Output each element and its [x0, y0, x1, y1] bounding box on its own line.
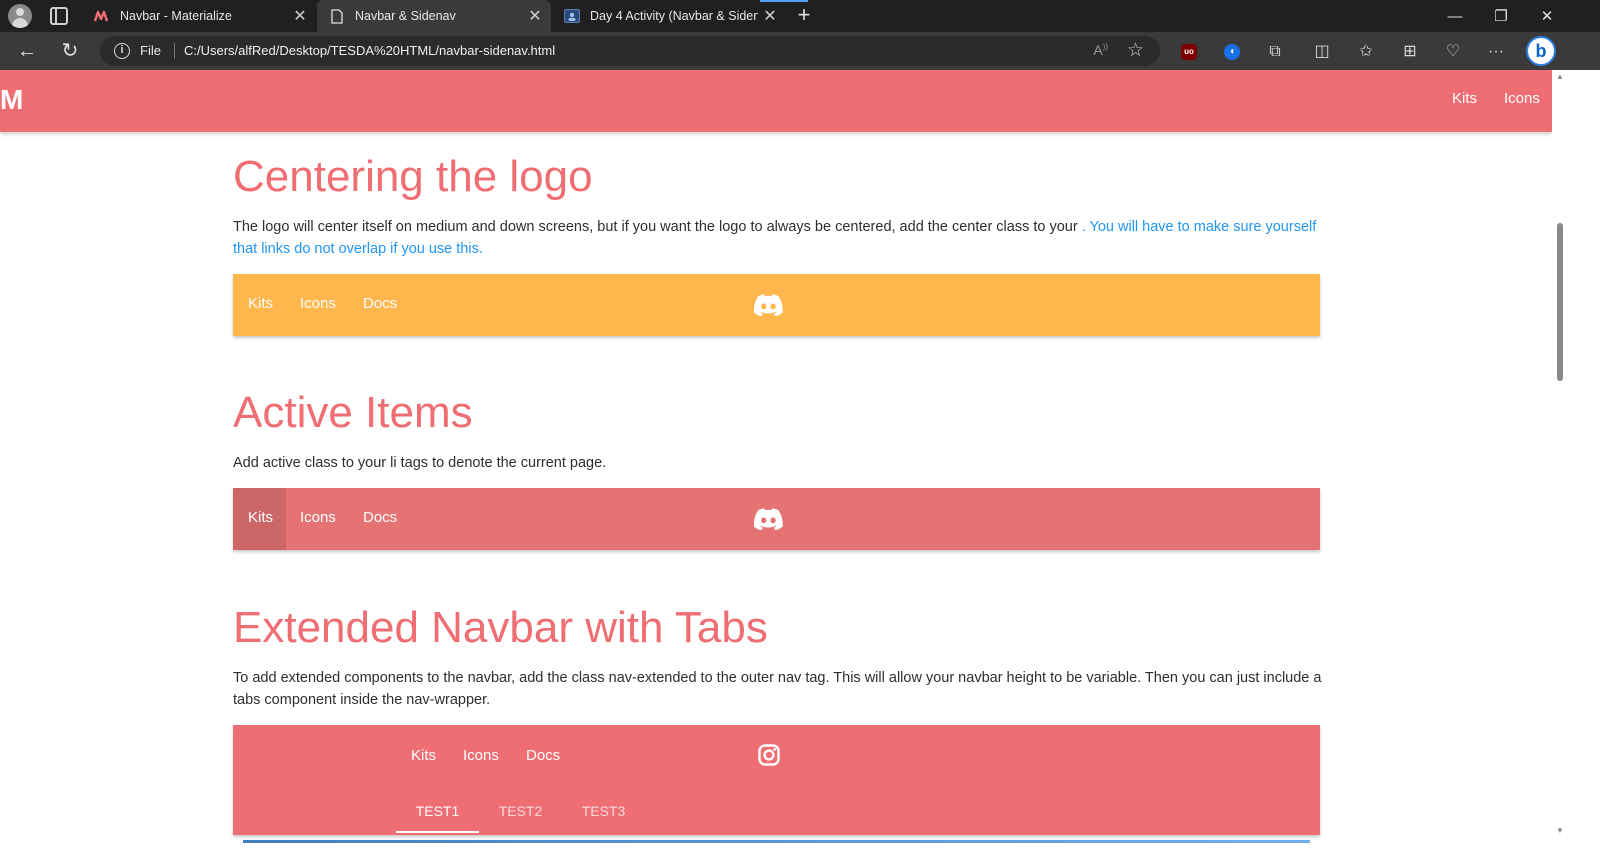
- page-icon: [329, 8, 345, 24]
- instagram-icon[interactable]: [758, 744, 780, 771]
- classroom-icon: [564, 8, 580, 24]
- demo-link-docs[interactable]: Docs: [363, 295, 397, 312]
- demo-link-docs[interactable]: Docs: [526, 747, 560, 764]
- tab-title: Day 4 Activity (Navbar & Sidenav: [590, 9, 758, 23]
- tab-title: Navbar & Sidenav: [355, 9, 456, 23]
- section-title-extended-navbar: Extended Navbar with Tabs: [233, 603, 768, 652]
- browser-tab-strip: Navbar - Materialize ✕ Navbar & Sidenav …: [0, 0, 1600, 32]
- browser-tab-navbar-sidenav[interactable]: Navbar & Sidenav ✕: [317, 0, 551, 32]
- scroll-down-arrow-icon[interactable]: ▼: [1556, 826, 1564, 835]
- restore-icon[interactable]: ❐: [1478, 0, 1524, 32]
- address-bar[interactable]: i File C:/Users/alfRed/Desktop/TESDA%20H…: [100, 36, 1160, 66]
- demo-navbar-active: Kits Icons Docs: [233, 488, 1320, 550]
- brand-logo[interactable]: M: [0, 84, 23, 116]
- section-title-centering-logo: Centering the logo: [233, 152, 593, 201]
- minimize-icon[interactable]: —: [1432, 0, 1478, 32]
- demo-link-icons[interactable]: Icons: [463, 747, 499, 764]
- bing-copilot-icon[interactable]: b: [1526, 36, 1556, 66]
- browser-tab-day4-activity[interactable]: Day 4 Activity (Navbar & Sidenav ✕: [552, 0, 786, 32]
- scroll-up-arrow-icon[interactable]: ▲: [1556, 72, 1564, 81]
- tab-indicator: [396, 831, 479, 833]
- discord-icon[interactable]: [753, 294, 783, 321]
- tab-test2[interactable]: TEST2: [479, 787, 562, 835]
- demo-link-icons[interactable]: Icons: [300, 509, 336, 526]
- extensions-puzzle-icon[interactable]: ⧉: [1265, 42, 1285, 62]
- close-icon[interactable]: ✕: [758, 6, 782, 26]
- new-tab-plus-icon[interactable]: +: [792, 4, 816, 28]
- paragraph-text: The logo will center itself on medium an…: [233, 219, 1082, 235]
- scheme-label: File: [140, 43, 161, 58]
- section-text-extended-navbar: To add extended components to the navbar…: [233, 670, 1322, 708]
- nav-link-kits[interactable]: Kits: [1452, 90, 1477, 107]
- browser-tab-materialize[interactable]: Navbar - Materialize ✕: [82, 0, 316, 32]
- section-title-active-items: Active Items: [233, 388, 473, 437]
- back-arrow-icon[interactable]: ←: [13, 38, 41, 64]
- tab-title: Navbar - Materialize: [120, 9, 232, 23]
- demo-link-kits[interactable]: Kits: [411, 747, 436, 764]
- window-edge: [1568, 70, 1600, 860]
- tabs-component: TEST1 TEST2 TEST3: [396, 787, 645, 835]
- browser-toolbar: ← ↻ i File C:/Users/alfRed/Desktop/TESDA…: [0, 32, 1600, 70]
- tab-actions-icon[interactable]: [50, 7, 68, 25]
- close-icon[interactable]: ✕: [288, 6, 312, 26]
- extension-blue-icon[interactable]: ◖: [1224, 44, 1240, 60]
- refresh-icon[interactable]: ↻: [56, 38, 84, 64]
- divider: [174, 43, 175, 59]
- tab-test3[interactable]: TEST3: [562, 787, 645, 835]
- close-icon[interactable]: ✕: [523, 6, 547, 26]
- demo-link-docs[interactable]: Docs: [363, 509, 397, 526]
- materialize-icon: [94, 8, 110, 24]
- read-aloud-icon[interactable]: A)): [1093, 42, 1108, 58]
- demo-navbar-centered: Kits Icons Docs: [233, 274, 1320, 336]
- more-menu-icon[interactable]: ···: [1486, 42, 1506, 62]
- profile-avatar-icon[interactable]: [8, 4, 32, 28]
- discord-icon[interactable]: [753, 508, 783, 535]
- favorites-icon[interactable]: ✩: [1356, 42, 1376, 62]
- demo-link-icons[interactable]: Icons: [300, 295, 336, 312]
- nav-link-icons[interactable]: Icons: [1504, 90, 1540, 107]
- demo-link-kits-active[interactable]: Kits: [248, 509, 273, 526]
- demo-link-kits[interactable]: Kits: [248, 295, 273, 312]
- page-viewport: M Kits Icons Centering the logo The logo…: [0, 70, 1552, 860]
- tab-test1[interactable]: TEST1: [396, 787, 479, 835]
- info-icon[interactable]: i: [114, 43, 130, 59]
- url-text[interactable]: C:/Users/alfRed/Desktop/TESDA%20HTML/nav…: [184, 43, 555, 58]
- next-demo-edge: [243, 840, 1310, 843]
- scrollbar-thumb[interactable]: [1557, 223, 1563, 381]
- performance-heart-icon[interactable]: ♡: [1443, 42, 1463, 62]
- site-navbar: M Kits Icons: [0, 70, 1552, 132]
- favorite-star-icon[interactable]: ☆: [1127, 39, 1144, 62]
- ublock-extension-icon[interactable]: uo: [1181, 44, 1197, 60]
- page-scrollbar[interactable]: [1552, 70, 1568, 860]
- close-window-icon[interactable]: ✕: [1524, 0, 1570, 32]
- split-screen-icon[interactable]: ◫: [1312, 42, 1332, 62]
- demo-navbar-extended: Kits Icons Docs TEST1 TEST2 TEST3: [233, 725, 1320, 835]
- section-text-centering-logo: The logo will center itself on medium an…: [233, 216, 1323, 260]
- section-text-active-items: Add active class to your li tags to deno…: [233, 455, 607, 471]
- collections-icon[interactable]: ⊞: [1400, 42, 1420, 62]
